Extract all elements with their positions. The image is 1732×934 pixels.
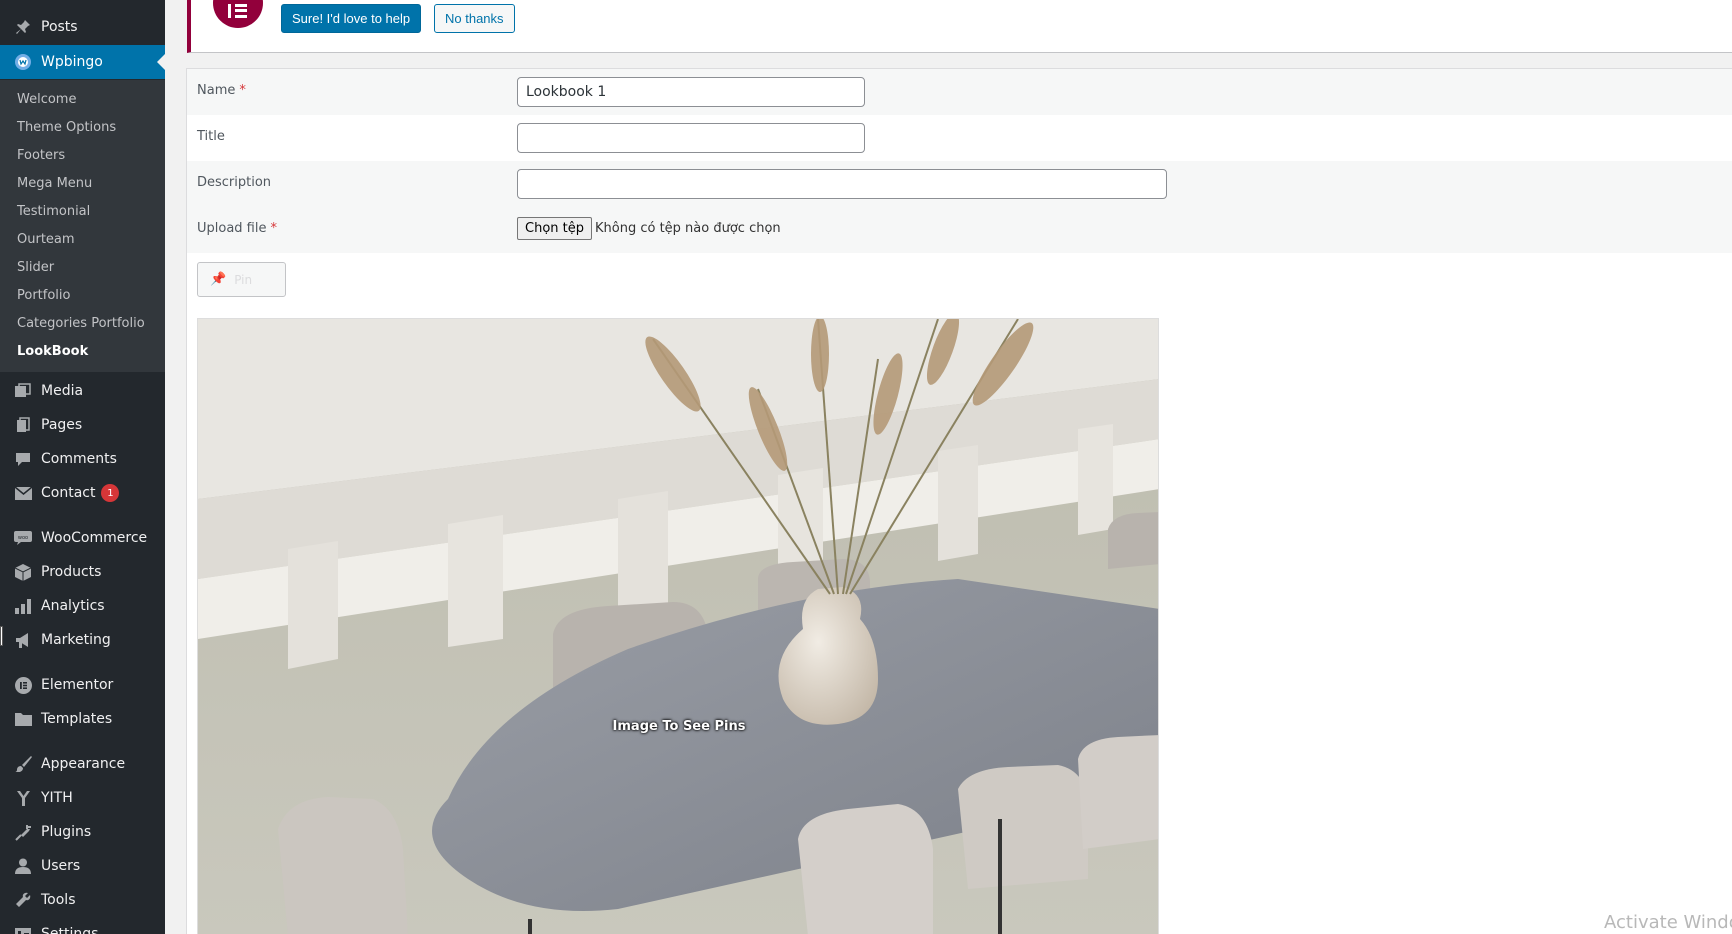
sidebar-item-woocommerce[interactable]: woo WooCommerce — [0, 521, 165, 555]
submenu-item-ourteam[interactable]: Ourteam — [17, 230, 75, 250]
sidebar-item-label: WooCommerce — [41, 530, 148, 546]
envelope-icon — [13, 483, 33, 503]
svg-text:woo: woo — [18, 535, 28, 541]
wrench-icon — [13, 890, 33, 910]
megaphone-icon — [13, 630, 33, 650]
sidebar-item-label: Products — [41, 564, 102, 580]
lookbook-image[interactable]: Image To See Pins — [197, 318, 1159, 934]
submenu-item-welcome[interactable]: Welcome — [17, 90, 76, 110]
sidebar-item-media[interactable]: Media — [0, 374, 165, 408]
lookbook-form: Name* Title Description Upload file* Chọ… — [186, 68, 1732, 934]
elementor-notice: Sure! I'd love to help No thanks — [187, 0, 1732, 53]
sidebar-item-analytics[interactable]: Analytics — [0, 589, 165, 623]
sidebar-item-label: Settings — [41, 926, 99, 934]
sidebar-item-contact[interactable]: Contact 1 — [0, 476, 165, 510]
form-row-description: Description — [187, 161, 1732, 207]
pushpin-icon — [13, 17, 33, 37]
accept-help-button[interactable]: Sure! I'd love to help — [281, 4, 422, 33]
form-row-upload: Upload file * Chọn tệp Không có tệp nào đ… — [187, 207, 1732, 253]
pin-button[interactable]: 📌 Pin — [197, 262, 286, 297]
yith-icon — [13, 788, 33, 808]
sidebar-item-label: Posts — [41, 19, 78, 35]
sidebar-item-posts[interactable]: Posts — [0, 10, 165, 44]
description-input[interactable] — [517, 169, 1167, 199]
sidebar-item-yith[interactable]: YITH — [0, 781, 165, 815]
elementor-logo-icon — [213, 0, 263, 28]
submenu-item-categories-portfolio[interactable]: Categories Portfolio — [17, 314, 145, 334]
sidebar-item-label: Analytics — [41, 598, 105, 614]
sidebar-item-settings[interactable]: Settings — [0, 917, 165, 934]
media-icon — [13, 381, 33, 401]
name-label: Name * — [197, 83, 246, 98]
sidebar-item-products[interactable]: Products — [0, 555, 165, 589]
submenu-item-portfolio[interactable]: Portfolio — [17, 286, 70, 306]
sidebar-item-label: Wpbingo — [41, 54, 103, 70]
sidebar-item-templates[interactable]: Templates — [0, 702, 165, 736]
sidebar-item-label: Plugins — [41, 824, 92, 840]
sidebar-item-users[interactable]: Users — [0, 849, 165, 883]
name-input[interactable] — [517, 77, 865, 107]
title-label: Title — [197, 129, 225, 144]
wpbingo-logo-icon — [13, 52, 33, 72]
upload-label: Upload file * — [197, 221, 277, 236]
elementor-icon — [13, 675, 33, 695]
description-label: Description — [197, 175, 272, 190]
sidebar-item-label: Users — [41, 858, 81, 874]
choose-file-button[interactable]: Chọn tệp — [517, 217, 592, 240]
box-icon — [13, 562, 33, 582]
woocommerce-icon: woo — [13, 528, 33, 548]
activate-windows-watermark: Activate Windo — [1604, 912, 1732, 933]
sidebar-item-tools[interactable]: Tools — [0, 883, 165, 917]
lookbook-photo — [198, 319, 1158, 934]
form-row-title: Title — [187, 115, 1732, 161]
submenu-item-lookbook[interactable]: LookBook — [17, 342, 88, 362]
sidebar-item-label: Tools — [41, 892, 76, 908]
sidebar-item-elementor[interactable]: Elementor — [0, 668, 165, 702]
sidebar-item-label: Pages — [41, 417, 83, 433]
sidebar-item-appearance[interactable]: Appearance — [0, 747, 165, 781]
submenu-item-footers[interactable]: Footers — [17, 146, 65, 166]
sidebar-item-label: Media — [41, 383, 84, 399]
file-status-text: Không có tệp nào được chọn — [595, 221, 781, 236]
settings-icon — [13, 924, 33, 934]
sidebar-item-pages[interactable]: Pages — [0, 408, 165, 442]
wpbingo-submenu: Welcome Theme Options Footers Mega Menu … — [0, 80, 165, 372]
sidebar-item-label: Marketing — [41, 632, 111, 648]
submenu-item-testimonial[interactable]: Testimonial — [17, 202, 90, 222]
sidebar-item-wpbingo[interactable]: Wpbingo — [0, 45, 165, 79]
submenu-item-slider[interactable]: Slider — [17, 258, 54, 278]
sidebar-item-plugins[interactable]: Plugins — [0, 815, 165, 849]
sidebar-item-comments[interactable]: Comments — [0, 442, 165, 476]
user-icon — [13, 856, 33, 876]
pages-icon — [13, 415, 33, 435]
sidebar-item-label: Appearance — [41, 756, 126, 772]
pushpin-icon: 📌 — [210, 272, 227, 287]
sidebar-item-label: YITH — [41, 790, 73, 806]
no-thanks-button[interactable]: No thanks — [434, 4, 515, 33]
title-input[interactable] — [517, 123, 865, 153]
sidebar-item-label: Contact — [41, 485, 96, 501]
notification-badge: 1 — [101, 484, 120, 502]
sidebar-item-label: Elementor — [41, 677, 114, 693]
image-caption: Image To See Pins — [612, 719, 746, 734]
sidebar-item-marketing[interactable]: Marketing — [0, 623, 165, 657]
form-row-name: Name * — [187, 69, 1732, 115]
submenu-item-theme-options[interactable]: Theme Options — [17, 118, 116, 138]
bar-chart-icon — [13, 596, 33, 616]
paintbrush-icon — [13, 754, 33, 774]
folder-icon — [13, 709, 33, 729]
admin-sidebar: Posts Wpbingo Welcome Theme Options Foot… — [0, 0, 165, 934]
sidebar-item-label: Comments — [41, 451, 117, 467]
comment-icon — [13, 449, 33, 469]
window-edge-marker — [0, 626, 3, 646]
pin-button-label: Pin — [234, 272, 253, 287]
sidebar-item-label: Templates — [41, 711, 113, 727]
plug-icon — [13, 822, 33, 842]
submenu-item-mega-menu[interactable]: Mega Menu — [17, 174, 92, 194]
